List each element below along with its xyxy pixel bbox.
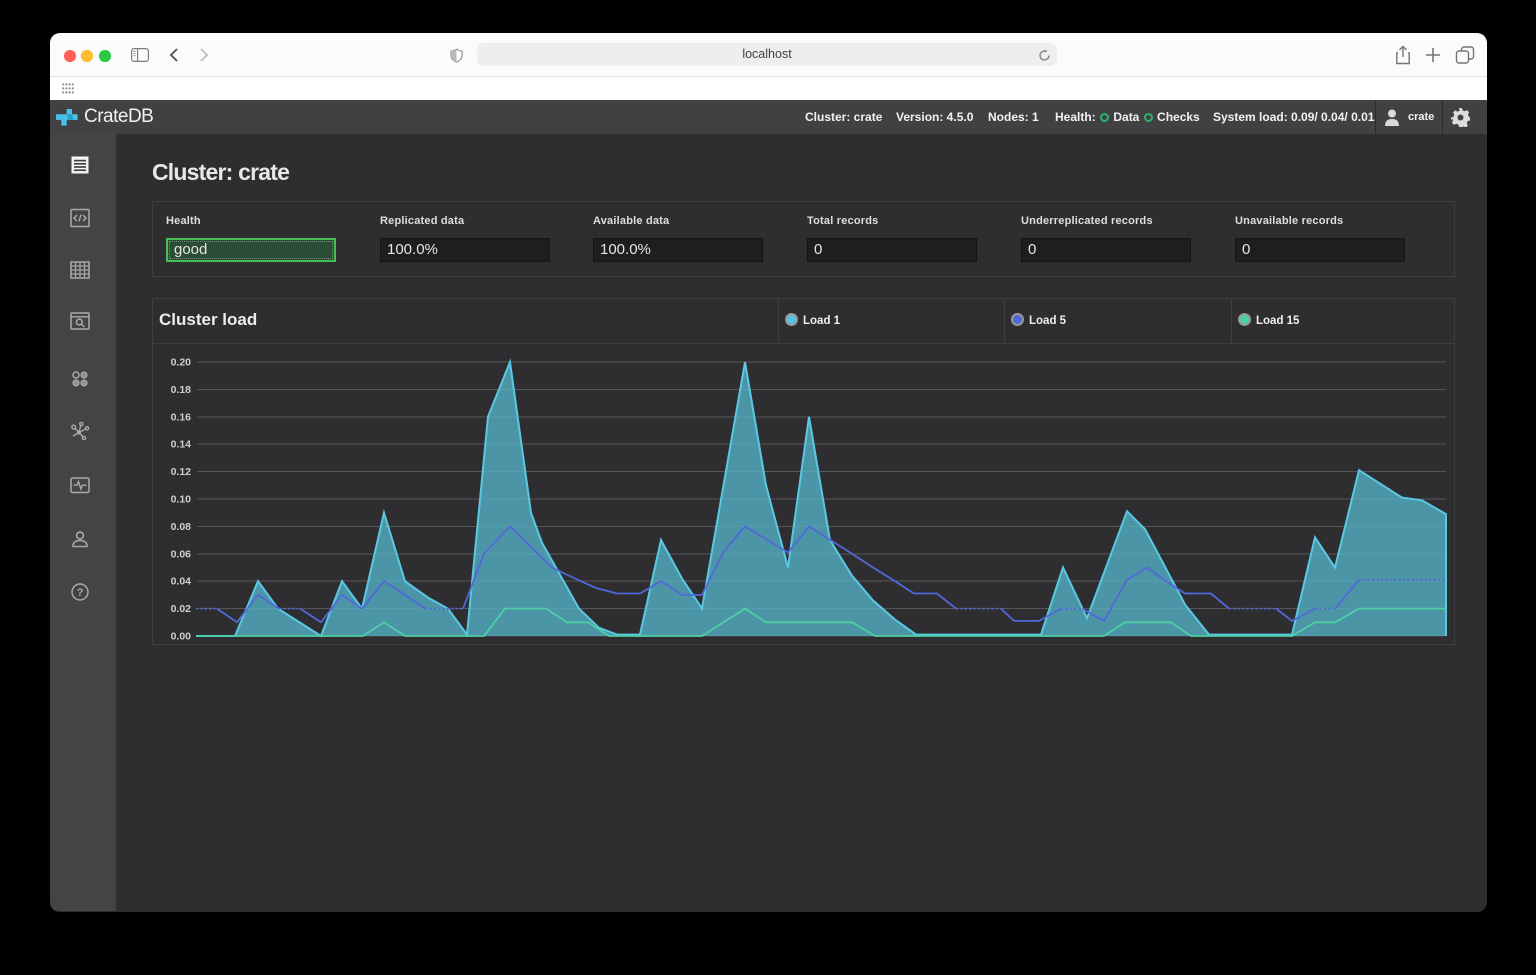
svg-text:0.04: 0.04 [171,576,192,588]
svg-text:0.16: 0.16 [171,411,192,423]
svg-text:0.00: 0.00 [171,631,192,643]
svg-text:0.18: 0.18 [171,384,192,396]
svg-text:0.10: 0.10 [171,494,192,506]
svg-text:0.02: 0.02 [171,603,192,615]
svg-text:0.20: 0.20 [171,357,192,369]
svg-text:0.06: 0.06 [171,548,192,560]
svg-text:0.08: 0.08 [171,521,192,533]
svg-text:0.12: 0.12 [171,466,192,478]
svg-text:0.14: 0.14 [171,439,192,451]
svg-text:?: ? [77,587,84,599]
